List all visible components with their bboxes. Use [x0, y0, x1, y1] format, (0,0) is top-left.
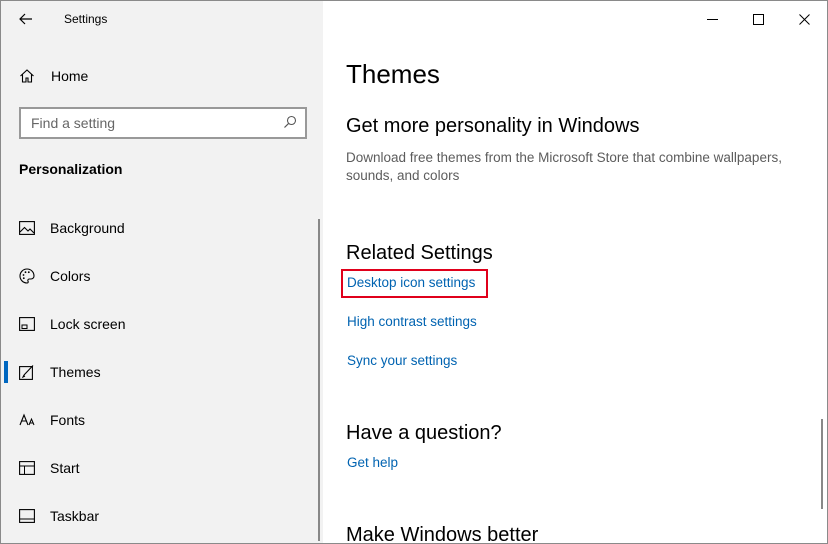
- sidebar-nav: Background Colors Lock screen Themes Fon…: [1, 204, 323, 540]
- sidebar-item-label: Themes: [50, 364, 101, 380]
- home-label: Home: [51, 68, 89, 84]
- make-windows-better-heading: Make Windows better: [346, 524, 539, 544]
- sidebar-item-label: Lock screen: [50, 316, 126, 332]
- sidebar-item-label: Colors: [50, 268, 91, 284]
- back-button[interactable]: [11, 7, 41, 31]
- sidebar-item-start[interactable]: Start: [1, 444, 323, 492]
- sidebar-item-themes[interactable]: Themes: [1, 348, 323, 396]
- sidebar-item-label: Fonts: [50, 412, 86, 428]
- search-input[interactable]: [31, 115, 283, 131]
- search-box[interactable]: [19, 107, 307, 139]
- fonts-icon: [19, 412, 35, 428]
- image-icon: [19, 220, 35, 236]
- sidebar-item-label: Taskbar: [50, 508, 100, 524]
- settings-window: Settings Home Personalization: [0, 0, 828, 544]
- taskbar-icon: [19, 508, 35, 524]
- home-icon: [19, 68, 35, 84]
- start-icon: [19, 460, 35, 476]
- back-arrow-icon: [19, 13, 32, 25]
- sidebar-item-taskbar[interactable]: Taskbar: [1, 492, 323, 540]
- main-content: Themes Get more personality in Windows D…: [341, 1, 816, 544]
- app-title: Settings: [64, 12, 108, 26]
- page-title: Themes: [346, 59, 440, 89]
- sidebar-scrollbar[interactable]: [318, 219, 320, 541]
- personality-heading: Get more personality in Windows: [346, 115, 640, 137]
- sidebar-item-label: Background: [50, 220, 125, 236]
- sidebar-item-label: Start: [50, 460, 80, 476]
- themes-icon: [19, 364, 35, 380]
- sidebar-item-background[interactable]: Background: [1, 204, 323, 252]
- palette-icon: [19, 268, 35, 284]
- high-contrast-settings-link[interactable]: High contrast settings: [347, 314, 477, 329]
- desktop-icon-settings-link[interactable]: Desktop icon settings: [347, 275, 475, 290]
- sidebar-item-home[interactable]: Home: [19, 64, 88, 88]
- sidebar-item-fonts[interactable]: Fonts: [1, 396, 323, 444]
- lock-screen-icon: [19, 316, 35, 332]
- get-help-link[interactable]: Get help: [347, 455, 398, 470]
- search-icon[interactable]: [283, 114, 297, 133]
- sidebar-item-colors[interactable]: Colors: [1, 252, 323, 300]
- related-settings-heading: Related Settings: [346, 242, 493, 264]
- question-heading: Have a question?: [346, 422, 502, 444]
- sidebar: Settings Home Personalization: [1, 1, 323, 543]
- section-title: Personalization: [19, 161, 123, 177]
- sidebar-item-lock-screen[interactable]: Lock screen: [1, 300, 323, 348]
- sync-settings-link[interactable]: Sync your settings: [347, 353, 457, 368]
- personality-description: Download free themes from the Microsoft …: [346, 150, 782, 183]
- content-scrollbar[interactable]: [821, 419, 823, 509]
